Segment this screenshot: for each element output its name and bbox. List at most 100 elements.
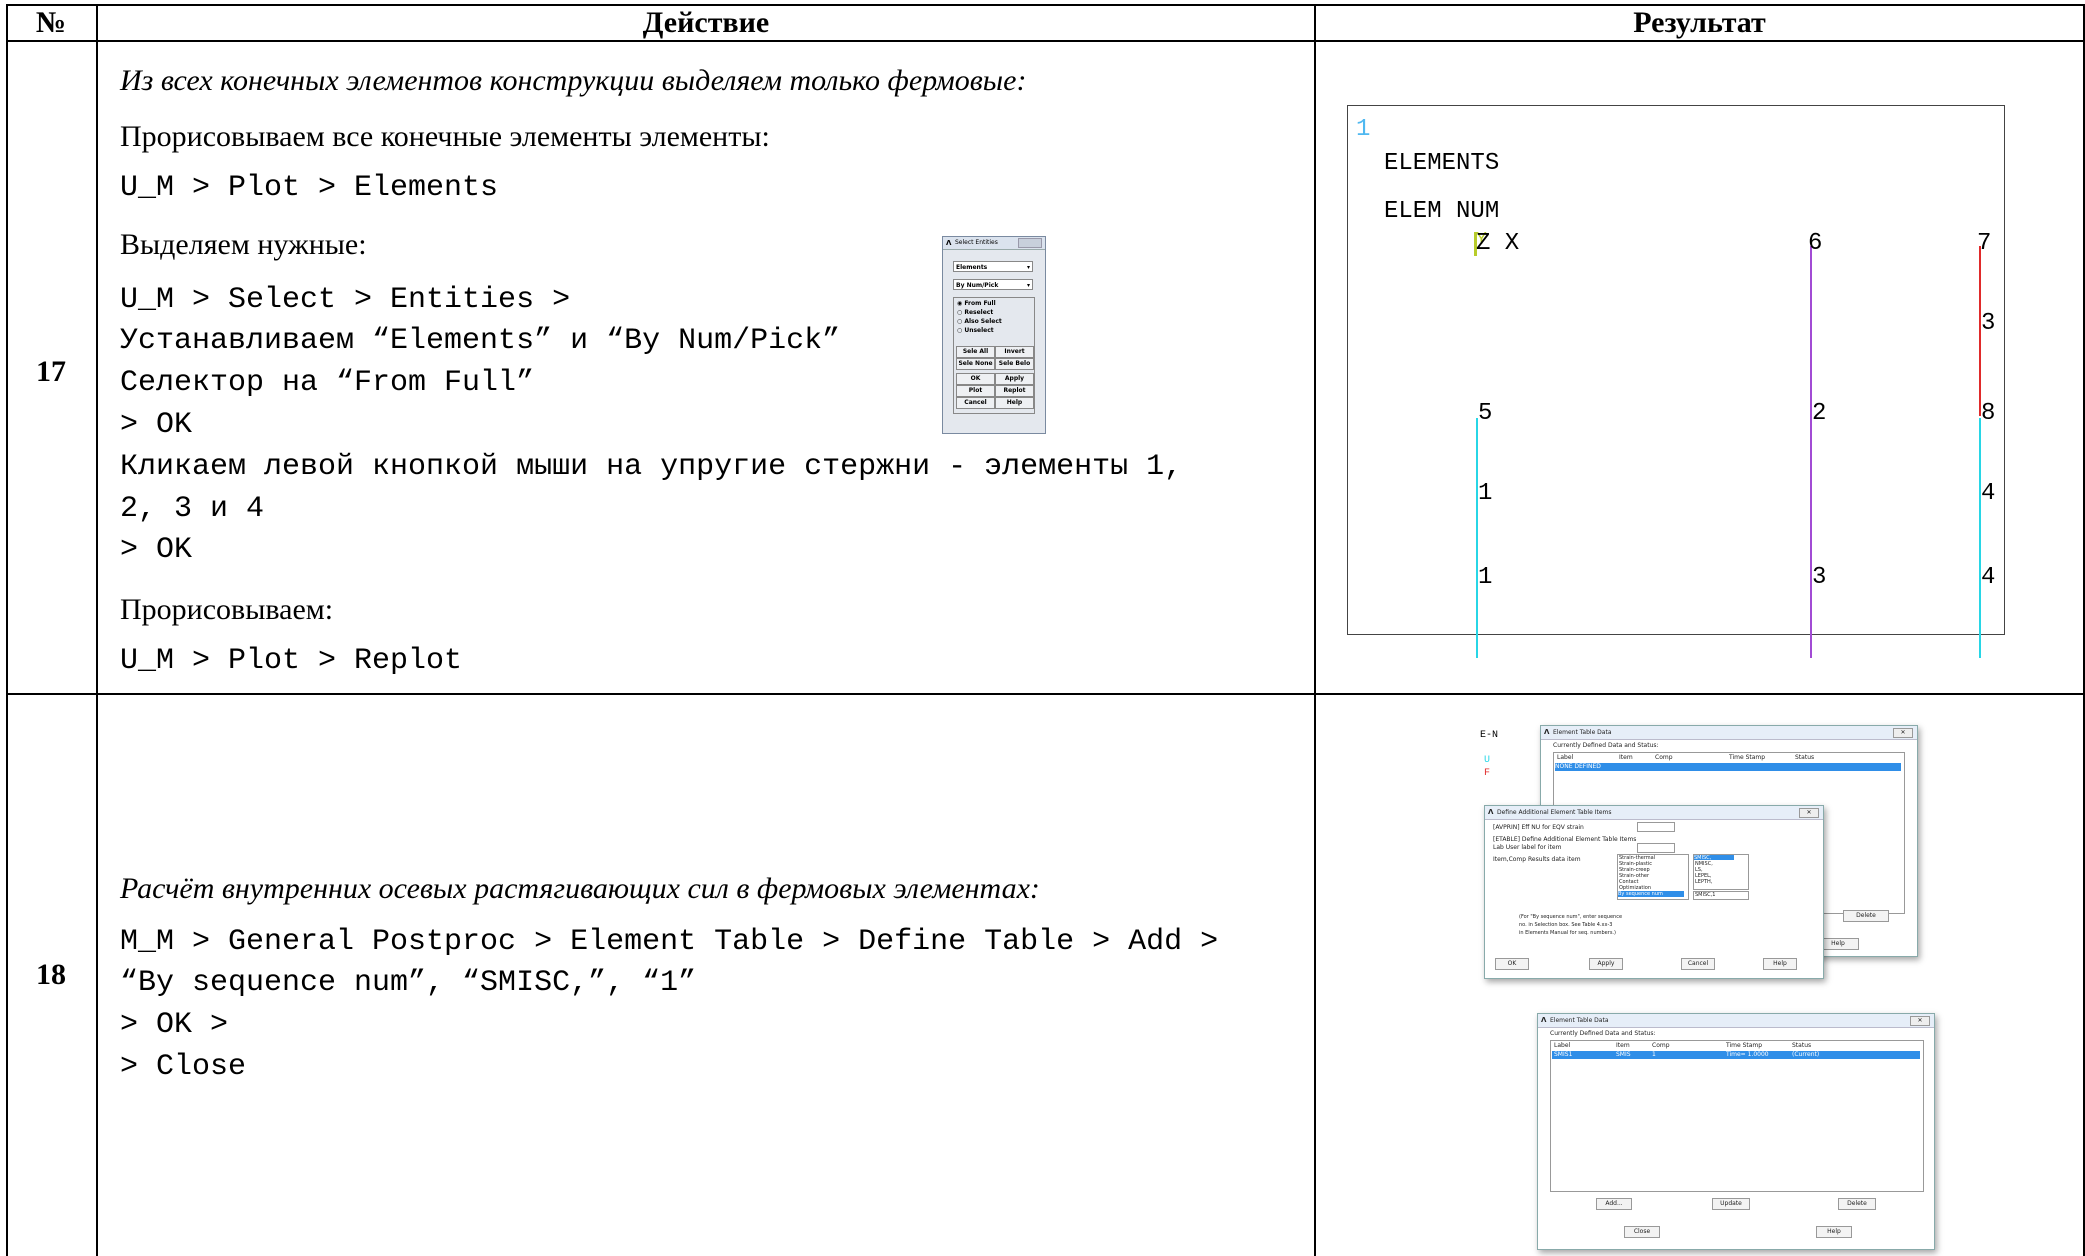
header-num: № bbox=[35, 6, 67, 39]
col-divider-2 bbox=[1314, 4, 1316, 1256]
list-item-selected[interactable]: By sequence num bbox=[1618, 891, 1684, 897]
invert-button[interactable]: Invert bbox=[995, 346, 1034, 358]
data-list[interactable] bbox=[1550, 1040, 1924, 1192]
ansys-logo-icon: Λ bbox=[1541, 1016, 1547, 1024]
element-label: 5 bbox=[1478, 400, 1493, 427]
command-text: > OK bbox=[120, 408, 193, 442]
col-label: Label bbox=[1557, 754, 1574, 761]
field-label: [AVPRIN] Eff NU for EQV strain bbox=[1493, 824, 1584, 831]
help-button[interactable]: Help bbox=[1816, 1226, 1852, 1238]
command-path: U_M > Select > Entities > bbox=[120, 283, 571, 317]
plot-subtitle: ELEM NUM bbox=[1384, 198, 1500, 225]
avprin-input[interactable] bbox=[1637, 822, 1675, 832]
plot-title: ELEMENTS bbox=[1384, 150, 1500, 177]
step-heading: Из всех конечных элементов конструкции в… bbox=[120, 64, 1027, 97]
table-row[interactable]: NONE DEFINED bbox=[1555, 763, 1901, 771]
bg-label: F bbox=[1484, 768, 1491, 779]
cell-comp: 1 bbox=[1652, 1051, 1656, 1058]
delete-button[interactable]: Delete bbox=[1843, 910, 1889, 922]
element-label: 4 bbox=[1981, 480, 1996, 507]
cancel-button[interactable]: Cancel bbox=[956, 397, 995, 409]
cell-time: Time= 1.0000 bbox=[1726, 1051, 1769, 1058]
help-button[interactable]: Help bbox=[1763, 958, 1797, 970]
step-text: Выделяем нужные: bbox=[120, 228, 367, 261]
col-divider-1 bbox=[96, 4, 98, 1256]
command-text: 2, 3 и 4 bbox=[120, 492, 265, 526]
dialog-titlebar: Λ Select Entities bbox=[943, 237, 1045, 250]
sele-all-button[interactable]: Sele All bbox=[956, 346, 995, 358]
command-text: > OK > bbox=[120, 1008, 229, 1042]
cancel-button[interactable]: Cancel bbox=[1681, 958, 1715, 970]
lab-input[interactable] bbox=[1637, 843, 1675, 853]
header-action: Действие bbox=[642, 6, 770, 39]
command-text: Устанавливаем “Elements” и “By Num/Pick” bbox=[120, 324, 841, 358]
close-icon[interactable]: ✕ bbox=[1799, 808, 1819, 818]
list-item-selected[interactable]: SMISC, bbox=[1694, 855, 1734, 861]
define-table-dialog: Λ Define Additional Element Table Items ✕ … bbox=[1484, 805, 1824, 979]
command-path: M_M > General Postproc > Element Table >… bbox=[120, 925, 1219, 959]
replot-button[interactable]: Replot bbox=[995, 385, 1034, 397]
radio-also-select[interactable]: ○ Also Select bbox=[957, 318, 1002, 325]
col-status: Status bbox=[1795, 754, 1815, 761]
apply-button[interactable]: Apply bbox=[1589, 958, 1623, 970]
ok-button[interactable]: OK bbox=[956, 373, 995, 385]
note-line: in Elements Manual for seq. numbers.) bbox=[1519, 930, 1616, 936]
dialog-titlebar: Λ Element Table Data ✕ bbox=[1541, 726, 1917, 740]
cell-status: (Current) bbox=[1792, 1051, 1820, 1058]
radio-label: Also Select bbox=[964, 318, 1002, 325]
col-item: Item bbox=[1619, 754, 1633, 761]
chevron-down-icon: ▾ bbox=[1026, 282, 1030, 289]
element-label: 2 bbox=[1812, 400, 1827, 427]
step-heading: Расчёт внутренних осевых растягивающих с… bbox=[120, 872, 1040, 905]
dialog-title: Define Additional Element Table Items bbox=[1497, 809, 1612, 816]
radio-reselect[interactable]: ○ Reselect bbox=[957, 309, 993, 316]
comp-value: SMISC,1 bbox=[1695, 892, 1716, 898]
sele-none-button[interactable]: Sele None bbox=[956, 358, 995, 370]
element-label: 4 bbox=[1981, 564, 1996, 591]
method-value: By Num/Pick bbox=[956, 282, 999, 289]
col-time: Time Stamp bbox=[1726, 1042, 1763, 1049]
ansys-logo-icon: Λ bbox=[1544, 728, 1550, 736]
entity-dropdown[interactable]: Elements ▾ bbox=[953, 261, 1033, 272]
note-line: no. in Selection box. See Table 4.xx-3 bbox=[1519, 922, 1613, 928]
element-label: 1 bbox=[1478, 480, 1493, 507]
ok-button[interactable]: OK bbox=[1495, 958, 1529, 970]
ansys-logo-icon: Λ bbox=[1488, 808, 1494, 816]
dialog-title: Element Table Data bbox=[1550, 1017, 1609, 1024]
plot-button[interactable]: Plot bbox=[956, 385, 995, 397]
window-number: 1 bbox=[1356, 116, 1371, 143]
apply-button[interactable]: Apply bbox=[995, 373, 1034, 385]
command-text: “By sequence num”, “SMISC,”, “1” bbox=[120, 966, 697, 1000]
dialog-title: Element Table Data bbox=[1553, 729, 1612, 736]
command-text: > OK bbox=[120, 533, 193, 567]
element-label: 8 bbox=[1981, 400, 1996, 427]
list-item[interactable]: LEPTH, bbox=[1695, 879, 1712, 885]
step-text: Прорисовываем все конечные элементы элем… bbox=[120, 120, 770, 153]
add-button[interactable]: Add... bbox=[1596, 1198, 1632, 1210]
help-button[interactable]: Help bbox=[995, 397, 1034, 409]
radio-unselect[interactable]: ○ Unselect bbox=[957, 327, 994, 334]
close-icon[interactable]: ✕ bbox=[1893, 728, 1913, 738]
bg-label: U bbox=[1484, 755, 1491, 766]
table-row[interactable]: SMIS1 SMIS 1 Time= 1.0000 (Current) bbox=[1552, 1051, 1920, 1059]
element-plot: 1 ELEMENTS ELEM NUM Y Z X 6 7 3 5 2 8 1 … bbox=[1347, 105, 2005, 658]
close-icon[interactable]: ✕ bbox=[1910, 1016, 1930, 1026]
select-entities-dialog: Λ Select Entities Elements ▾ By Num/Pick ▾… bbox=[942, 236, 1046, 434]
close-button[interactable]: Close bbox=[1624, 1226, 1660, 1238]
update-button[interactable]: Update bbox=[1712, 1198, 1750, 1210]
command-text: > Close bbox=[120, 1050, 247, 1084]
chevron-down-icon: ▾ bbox=[1026, 264, 1030, 271]
element-line-2 bbox=[1810, 246, 1812, 658]
command-text: Селектор на “From Full” bbox=[120, 366, 535, 400]
element-label: 7 bbox=[1977, 230, 1992, 257]
element-label: 3 bbox=[1812, 564, 1827, 591]
radio-from-full[interactable]: ◉ From Full bbox=[957, 300, 996, 307]
element-table-dialog-2: Λ Element Table Data ✕ Currently Defined D… bbox=[1537, 1013, 1935, 1250]
selector-group: ◉ From Full ○ Reselect ○ Also Select ○ U… bbox=[953, 297, 1035, 414]
dialog-subtitle: Currently Defined Data and Status: bbox=[1553, 742, 1659, 749]
method-dropdown[interactable]: By Num/Pick ▾ bbox=[953, 279, 1033, 290]
sele-belo-button[interactable]: Sele Belo bbox=[995, 358, 1034, 370]
field-label: Lab User label for item bbox=[1493, 844, 1562, 851]
element-label: 1 bbox=[1478, 564, 1493, 591]
delete-button[interactable]: Delete bbox=[1838, 1198, 1876, 1210]
